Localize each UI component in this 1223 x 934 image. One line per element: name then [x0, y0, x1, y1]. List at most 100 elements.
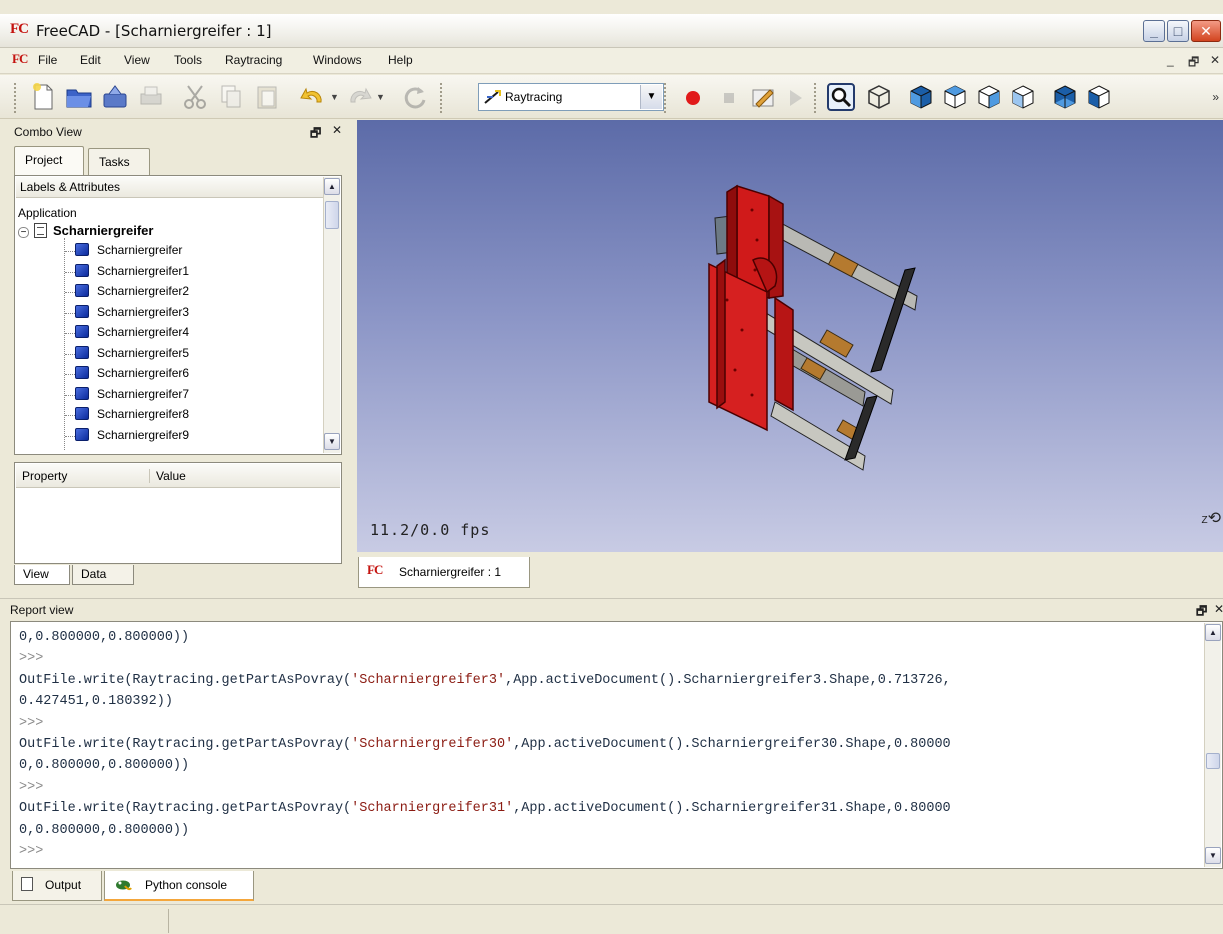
console-code: OutFile.write(Raytracing.getPartAsPovray…	[19, 737, 352, 752]
rear-view-icon[interactable]	[1008, 82, 1038, 112]
tree-scrollbar[interactable]: ▲ ▼	[323, 177, 340, 453]
status-separator	[168, 909, 169, 933]
console-prompt: >>>	[19, 715, 44, 731]
tree-document-row[interactable]: − Scharniergreifer	[18, 223, 153, 238]
tree-item[interactable]: Scharniergreifer8	[75, 407, 189, 421]
tab-view[interactable]: View	[14, 565, 70, 585]
property-header: Property Value	[16, 464, 340, 488]
top-view-icon[interactable]	[940, 82, 970, 112]
tab-data[interactable]: Data	[72, 565, 134, 585]
report-scroll-down-icon[interactable]: ▼	[1205, 847, 1221, 864]
record-macro-icon[interactable]	[678, 82, 708, 112]
workbench-selector[interactable]: Raytracing ▼	[478, 83, 664, 111]
tree-item[interactable]: Scharniergreifer7	[75, 386, 189, 401]
scroll-down-icon[interactable]: ▼	[324, 433, 340, 450]
maximize-button[interactable]: □	[1167, 20, 1189, 42]
bottom-view-icon[interactable]	[1050, 82, 1080, 112]
close-button[interactable]: ✕	[1191, 20, 1221, 42]
open-folder-icon[interactable]	[64, 82, 94, 112]
raytracing-workbench-icon	[484, 90, 501, 104]
toolbar-grip[interactable]	[14, 83, 17, 113]
tree-guide-branch	[65, 271, 75, 273]
tree-item[interactable]: Scharniergreifer3	[75, 304, 190, 319]
property-view: Property Value	[14, 462, 342, 564]
right-view-icon[interactable]	[974, 82, 1004, 112]
fit-all-icon[interactable]	[826, 82, 856, 112]
undo-icon[interactable]	[298, 82, 328, 112]
tree-item[interactable]: Scharniergreifer5	[75, 345, 189, 360]
minimize-button[interactable]: _	[1143, 20, 1165, 42]
mdi-close-button[interactable]: ✕	[1210, 53, 1220, 67]
status-bar	[0, 904, 1223, 934]
report-console[interactable]: 0,0.800000,0.800000)) >>> OutFile.write(Ra…	[10, 621, 1223, 869]
menu-windows[interactable]: Windows	[313, 53, 362, 67]
tab-tasks[interactable]: Tasks	[88, 148, 150, 175]
tree-guide-branch	[65, 374, 75, 375]
scroll-thumb[interactable]	[325, 201, 339, 229]
redo-icon[interactable]	[344, 82, 374, 112]
workbench-label: Raytracing	[505, 90, 563, 104]
run-macro-icon[interactable]	[780, 82, 810, 112]
tab-project[interactable]: Project	[14, 146, 84, 175]
document-logo-icon[interactable]: FC	[12, 51, 28, 67]
report-scrollbar[interactable]: ▲ ▼	[1204, 623, 1221, 867]
new-document-icon[interactable]	[28, 82, 58, 112]
menu-help[interactable]: Help	[388, 53, 413, 67]
tab-output[interactable]: Output	[12, 871, 102, 901]
tree-column-header[interactable]: Labels & Attributes	[16, 177, 323, 198]
menu-file[interactable]: File	[38, 53, 57, 67]
tree-item-label: Scharniergreifer3	[97, 304, 190, 319]
mdi-restore-button[interactable]: 🗗	[1188, 53, 1199, 74]
stop-macro-icon[interactable]	[714, 82, 744, 112]
report-scroll-thumb[interactable]	[1206, 753, 1220, 769]
part-icon	[75, 386, 89, 400]
undo-dropdown-icon[interactable]: ▼	[330, 92, 339, 102]
combo-view-float-icon[interactable]: 🗗	[310, 124, 321, 145]
left-view-icon[interactable]	[1084, 82, 1114, 112]
tree-item[interactable]: Scharniergreifer9	[75, 427, 189, 442]
report-view-float-icon[interactable]: 🗗	[1196, 602, 1207, 623]
console-line: OutFile.write(Raytracing.getPartAsPovray…	[19, 801, 951, 816]
menu-tools[interactable]: Tools	[174, 53, 202, 67]
toolbar-overflow-icon[interactable]: »	[1212, 90, 1219, 104]
part-icon	[75, 325, 89, 338]
report-view-title: Report view	[10, 603, 74, 617]
tree-item[interactable]: Scharniergreifer6	[75, 366, 189, 380]
value-column-label[interactable]: Value	[149, 469, 186, 483]
copy-icon[interactable]	[216, 82, 246, 112]
edit-macro-icon[interactable]	[748, 82, 778, 112]
title-bar[interactable]: FC FreeCAD - [Scharniergreifer : 1] _ □ …	[0, 14, 1223, 48]
gripper-model[interactable]	[357, 120, 1223, 552]
3d-viewport[interactable]	[357, 120, 1223, 552]
report-view-close-icon[interactable]: ✕	[1214, 602, 1223, 616]
tree-item[interactable]: Scharniergreifer2	[75, 284, 189, 298]
part-icon	[75, 427, 89, 441]
front-view-icon[interactable]	[906, 82, 936, 112]
redo-dropdown-icon[interactable]: ▼	[376, 92, 385, 102]
cut-icon[interactable]	[180, 82, 210, 112]
tree-item[interactable]: Scharniergreifer1	[75, 263, 189, 278]
tree-item[interactable]: Scharniergreifer4	[75, 325, 189, 339]
save-icon[interactable]	[100, 82, 130, 112]
tree-item[interactable]: Scharniergreifer	[75, 243, 182, 257]
document-tab[interactable]: FC Scharniergreifer : 1	[358, 557, 530, 588]
tree-root-application[interactable]: Application	[18, 206, 77, 220]
report-scroll-up-icon[interactable]: ▲	[1205, 624, 1221, 641]
menu-view[interactable]: View	[124, 53, 150, 67]
console-line: OutFile.write(Raytracing.getPartAsPovray…	[19, 737, 951, 752]
menu-edit[interactable]: Edit	[80, 53, 101, 67]
tab-python-console[interactable]: Python console	[104, 871, 254, 901]
collapse-icon[interactable]: −	[18, 227, 29, 238]
axonometric-view-icon[interactable]	[864, 82, 894, 112]
scroll-up-icon[interactable]: ▲	[324, 178, 340, 195]
refresh-icon[interactable]	[400, 82, 430, 112]
print-icon[interactable]	[136, 82, 166, 112]
workbench-dropdown-icon[interactable]: ▼	[640, 85, 662, 109]
console-code: OutFile.write(Raytracing.getPartAsPovray…	[19, 801, 352, 817]
menu-raytracing[interactable]: Raytracing	[225, 53, 282, 67]
tree-item-label: Scharniergreifer4	[97, 325, 190, 339]
combo-view-close-icon[interactable]: ✕	[332, 123, 342, 137]
property-column-label[interactable]: Property	[22, 469, 67, 483]
mdi-minimize-button[interactable]: _	[1167, 53, 1174, 67]
paste-icon[interactable]	[252, 82, 282, 112]
